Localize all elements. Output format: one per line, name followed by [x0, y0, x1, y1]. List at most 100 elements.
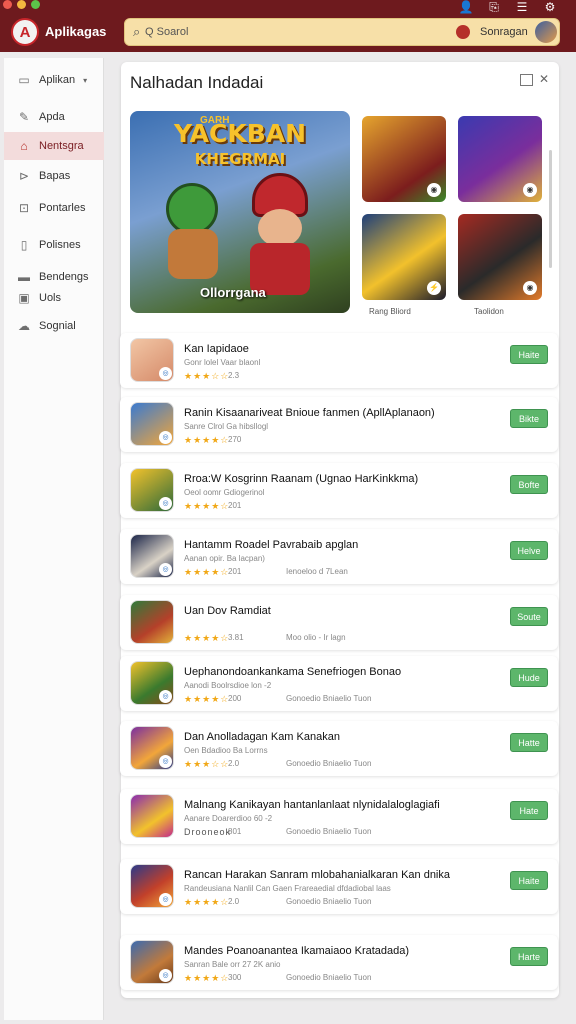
search-input[interactable]: [145, 23, 445, 41]
star-rating: ★★★★☆: [184, 567, 230, 577]
close-window-button[interactable]: [3, 0, 12, 9]
list-item[interactable]: Malnang Kanikayan hantanlanlaat nlynidal…: [120, 789, 558, 844]
list-item[interactable]: ◎ Rroa:W Kosgrinn Raanam (Ugnao HarKinkk…: [120, 463, 558, 518]
game-thumbnail[interactable]: ⚡: [362, 214, 446, 300]
featured-banner[interactable]: GARH YACKBAN KHEGRMAI Ollorrgana: [130, 111, 350, 313]
install-button[interactable]: Hude: [510, 668, 548, 687]
user-name[interactable]: Sonragan: [480, 26, 528, 38]
star-rating: ★★★★☆: [184, 897, 230, 907]
sidebar-item-label: Aplikan: [39, 74, 76, 86]
list-item[interactable]: ◎ Hantamm Roadel Pavrabaib apglan Aanan …: [120, 529, 558, 584]
share-icon[interactable]: ⎘: [486, 0, 502, 15]
install-button[interactable]: Helve: [510, 541, 548, 560]
rating-value: 201: [228, 501, 242, 510]
sidebar-item-aplikan[interactable]: ▭ Aplikan ▾: [4, 66, 104, 94]
star-rating: ★★★★☆: [184, 501, 230, 511]
rating-value: 3.81: [228, 633, 244, 642]
app-meta: Gonoedio Bniaelio Tuon: [286, 827, 372, 836]
sidebar-item-bapas[interactable]: ⊳ Bapas: [4, 162, 104, 190]
rating-value: 2.0: [228, 759, 240, 768]
app-title: Rroa:W Kosgrinn Raanam (Ugnao HarKinkkma…: [184, 473, 419, 485]
rating-value: 801: [228, 827, 242, 836]
sidebar-item-label: Polisnes: [39, 239, 81, 251]
app-badge-icon: ◎: [159, 969, 172, 982]
list-item[interactable]: Uan Dov Ramdiat ★★★★☆ 3.81 Moo olio - Ir…: [120, 595, 558, 650]
game-thumbnail[interactable]: ◉: [458, 214, 542, 300]
app-badge-icon: ◎: [159, 755, 172, 768]
scrollbar[interactable]: [549, 150, 552, 268]
game-badge-icon: ◉: [523, 183, 537, 197]
sidebar-item-label: Bapas: [39, 170, 71, 182]
search-bar[interactable]: ⌕ Sonragan: [124, 18, 560, 46]
app-icon: ◎: [130, 468, 174, 512]
install-button[interactable]: Soute: [510, 607, 548, 626]
install-button[interactable]: Harte: [510, 947, 548, 966]
pencil-icon: ✎: [18, 110, 30, 124]
app-title: Ranin Kisaanariveat Bnioue fanmen (ApllA…: [184, 407, 435, 419]
star-rating: ★★★☆☆: [184, 759, 230, 769]
install-button[interactable]: Bikte: [510, 409, 548, 428]
settings-icon[interactable]: ⚙: [542, 0, 558, 15]
install-button[interactable]: Hatte: [510, 733, 548, 752]
sidebar-item-sognial[interactable]: ☁ Sognial: [4, 312, 104, 340]
sidebar-item-apda[interactable]: ✎ Apda: [4, 103, 104, 131]
sidebar-item-nentsgra[interactable]: ⌂ Nentsgra: [4, 132, 104, 160]
app-icon: ◎: [130, 534, 174, 578]
search-icon: ⌕: [133, 24, 141, 39]
featured-subheadline: KHEGRMAI: [194, 150, 286, 168]
app-icon: ◎: [130, 661, 174, 705]
minimize-window-button[interactable]: [17, 0, 26, 9]
app-subtitle: Aanan opir. Ba lacpan): [184, 554, 265, 563]
window-icon[interactable]: [520, 74, 533, 86]
developer-label: Drooneok: [184, 827, 232, 837]
app-title: Hantamm Roadel Pavrabaib apglan: [184, 539, 359, 551]
install-button[interactable]: Haite: [510, 871, 548, 890]
sidebar-item-pontarles[interactable]: ⊡ Pontarles: [4, 194, 104, 222]
app-title: Mandes Poanoanantea Ikamaiaoo Kratadada): [184, 945, 410, 957]
game-thumbnail[interactable]: ◉: [458, 116, 542, 202]
list-item[interactable]: ◎ Kan Iapidaoe Gonr lolel Vaar blaonl ★★…: [120, 333, 558, 388]
app-meta: Ienoeloo d 7Lean: [286, 567, 348, 576]
app-badge-icon: ◎: [159, 690, 172, 703]
list-item[interactable]: ◎ Dan Anolladagan Kam Kanakan Oen Bdadio…: [120, 721, 558, 776]
app-title: Kan Iapidaoe: [184, 343, 249, 355]
app-subtitle: Oeol oomr Gdiogerinol: [184, 488, 265, 497]
home-icon: ⌂: [20, 139, 28, 153]
user-icon[interactable]: 👤: [458, 0, 474, 15]
avatar[interactable]: [535, 21, 557, 43]
list-item[interactable]: ◎ Mandes Poanoanantea Ikamaiaoo Kratadad…: [120, 935, 558, 990]
list-item[interactable]: ◎ Uephanondoankankama Senefriogen Bonao …: [120, 656, 558, 711]
sidebar-item-polisnes[interactable]: ▯ Polisnes: [4, 231, 104, 259]
rating-value: 300: [228, 973, 242, 982]
rating-value: 201: [228, 567, 242, 576]
star-rating: ★★★☆☆: [184, 371, 230, 381]
rating-value: 270: [228, 435, 242, 444]
thumbnail-caption: Rang Bliord: [369, 307, 411, 316]
folder-icon: ▬: [18, 270, 30, 284]
app-subtitle: Aanodi Boolrsdioe lon -2: [184, 681, 272, 690]
app-title: Uephanondoankankama Senefriogen Bonao: [184, 666, 402, 678]
status-dot: [456, 25, 470, 39]
close-icon[interactable]: ✕: [539, 72, 549, 86]
game-thumbnail[interactable]: ◉: [362, 116, 446, 202]
app-subtitle: Gonr lolel Vaar blaonl: [184, 358, 261, 367]
window-icon: ▭: [18, 73, 30, 87]
chevron-down-icon: ▾: [83, 75, 88, 85]
sidebar-item-label: Bendengs: [39, 271, 89, 283]
install-button[interactable]: Haite: [510, 345, 548, 364]
sidebar-item-uols[interactable]: ▣ Uols: [4, 284, 104, 312]
app-badge-icon: ◎: [159, 431, 172, 444]
app-meta: Gonoedio Bniaelio Tuon: [286, 973, 372, 982]
app-badge-icon: ◎: [159, 893, 172, 906]
app-icon: ◎: [130, 940, 174, 984]
install-button[interactable]: Bofte: [510, 475, 548, 494]
app-title: Aplikagas: [45, 24, 107, 39]
list-item[interactable]: ◎ Rancan Harakan Sanram mlobahanialkaran…: [120, 859, 558, 914]
sidebar-item-label: Pontarles: [39, 202, 86, 214]
menu-icon[interactable]: ☰: [514, 0, 530, 15]
list-item[interactable]: ◎ Ranin Kisaanariveat Bnioue fanmen (Apl…: [120, 397, 558, 452]
maximize-window-button[interactable]: [31, 0, 40, 9]
install-button[interactable]: Hate: [510, 801, 548, 820]
sidebar-item-label: Uols: [39, 292, 62, 304]
thumbnail-caption: Taolidon: [474, 307, 504, 316]
